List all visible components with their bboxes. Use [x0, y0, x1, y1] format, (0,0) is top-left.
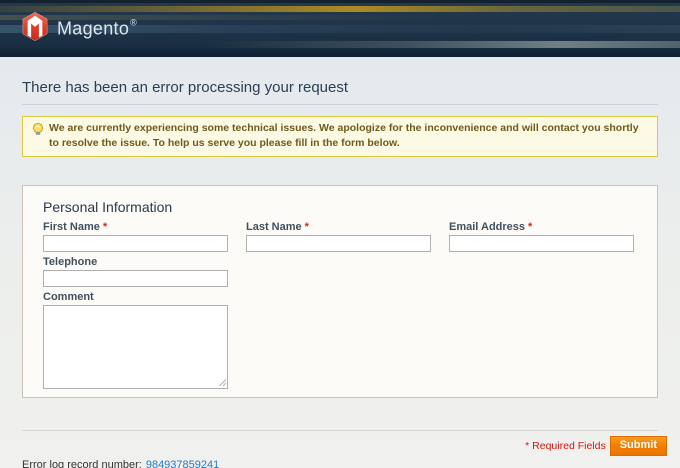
lightbulb-icon	[31, 122, 45, 136]
error-log-link[interactable]: 984937859241	[146, 459, 219, 468]
error-log-label: Error log record number:	[22, 459, 142, 468]
notice-text: We are currently experiencing some techn…	[49, 122, 639, 149]
header-streak	[0, 0, 680, 3]
telephone-input[interactable]	[43, 270, 228, 287]
personal-information-panel: Personal Information First Name* Last Na…	[22, 185, 658, 398]
trademark: ®	[130, 17, 137, 27]
field-email-address: Email Address*	[449, 221, 634, 252]
label-text: Telephone	[43, 256, 97, 268]
form-actions: * Required Fields Submit	[22, 431, 658, 456]
required-asterisk: *	[305, 221, 309, 233]
brand-name: Magento®	[57, 18, 137, 39]
field-telephone: Telephone	[43, 256, 228, 287]
last-name-label: Last Name*	[246, 221, 431, 233]
comment-label: Comment	[43, 291, 228, 303]
submit-button[interactable]: Submit	[610, 436, 667, 456]
telephone-label: Telephone	[43, 256, 228, 268]
main-content: There has been an error processing your …	[0, 57, 680, 468]
label-text: Email Address	[449, 221, 525, 233]
error-log-line: Error log record number: 984937859241	[22, 456, 658, 468]
last-name-input[interactable]	[246, 235, 431, 252]
label-text: Last Name	[246, 221, 302, 233]
header-streak	[0, 48, 680, 57]
required-fields-note: * Required Fields	[525, 440, 606, 452]
comment-textarea[interactable]	[43, 305, 228, 389]
brand: Magento®	[22, 11, 137, 46]
required-asterisk: *	[528, 221, 532, 233]
required-asterisk: *	[103, 221, 107, 233]
label-text: Comment	[43, 291, 94, 303]
field-comment: Comment	[43, 291, 228, 389]
field-last-name: Last Name*	[246, 221, 431, 252]
brand-text: Magento	[57, 18, 129, 38]
first-name-input[interactable]	[43, 235, 228, 252]
section-title: Personal Information	[43, 200, 637, 215]
first-name-label: First Name*	[43, 221, 228, 233]
label-text: First Name	[43, 221, 100, 233]
form-row: First Name* Last Name* Email Address*	[43, 221, 637, 252]
page-title: There has been an error processing your …	[22, 57, 658, 105]
notice-box: We are currently experiencing some techn…	[22, 116, 658, 157]
comment-field-wrap	[43, 305, 228, 389]
field-first-name: First Name*	[43, 221, 228, 252]
magento-logo-icon	[22, 11, 48, 46]
email-address-label: Email Address*	[449, 221, 634, 233]
email-address-input[interactable]	[449, 235, 634, 252]
app-header: Magento®	[0, 0, 680, 57]
